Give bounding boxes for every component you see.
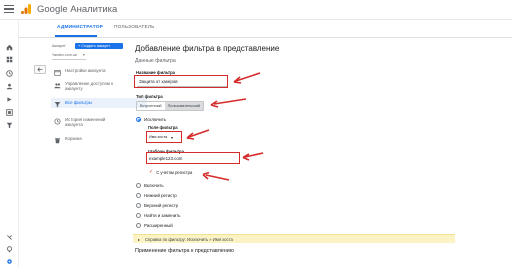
radio-include[interactable]: Включить: [136, 183, 164, 188]
radio-circle: [136, 223, 141, 228]
annotation-arrow-icon: [210, 98, 247, 108]
nav-item-label: Настройки аккаунта: [65, 68, 106, 73]
radio-circle: [136, 213, 141, 218]
conversions-icon[interactable]: [2, 120, 17, 130]
account-nav: Настройки аккаунта Управление доступом к…: [33, 62, 147, 267]
nav-item-change-history[interactable]: История изменений аккаунта: [53, 117, 133, 128]
nav-item-label: Все фильтры: [65, 100, 92, 105]
account-select[interactable]: Yandex.com.ua: [52, 53, 82, 57]
radio-label: Включить: [144, 183, 164, 188]
filter-icon: [53, 100, 61, 108]
behavior-icon[interactable]: [2, 107, 17, 117]
account-label: Аккаунт: [52, 44, 66, 48]
realtime-icon[interactable]: [2, 68, 17, 78]
checkmark-icon: ✓: [149, 169, 154, 175]
filter-type-builtin-button[interactable]: Встроенный: [137, 102, 165, 110]
radio-lowercase[interactable]: Нижний регистр: [136, 193, 177, 198]
tab-user[interactable]: ПОЛЬЗОВАТЕЛЬ: [114, 25, 155, 30]
annotation-arrow-icon: [233, 72, 261, 84]
nav-item-trash[interactable]: Корзина: [53, 136, 133, 144]
filter-preview-bar[interactable]: ▸ Справка по фильтру: Исключить » Имя хо…: [133, 234, 455, 243]
filter-type-custom-button[interactable]: Пользовательский: [164, 102, 204, 110]
tab-admin[interactable]: АДМИНИСТРАТОР: [57, 25, 103, 30]
analytics-logo-icon: [21, 4, 31, 14]
nav-item-all-filters[interactable]: Все фильтры: [53, 100, 133, 108]
preview-text: Справка по фильтру: Исключить » Имя хост…: [145, 237, 233, 242]
account-select-underline: [52, 59, 86, 60]
radio-label: Верхний регистр: [144, 203, 179, 208]
nav-item-label: Корзина: [65, 136, 82, 141]
arrow-left-icon: [37, 67, 43, 72]
radio-advanced[interactable]: Расширенный: [136, 223, 173, 228]
create-account-button[interactable]: + Создать аккаунт: [75, 43, 123, 49]
radio-label: Нижний регистр: [144, 193, 177, 198]
people-icon: [53, 81, 61, 89]
building-icon: [53, 68, 61, 76]
back-button[interactable]: [34, 65, 46, 74]
tab-active-indicator: [55, 35, 97, 37]
case-sensitive-checkbox[interactable]: ✓ С учетом регистра: [149, 169, 192, 175]
nav-item-account-settings[interactable]: Настройки аккаунта: [53, 68, 133, 76]
radio-circle: [136, 117, 141, 122]
app-title: Google Аналитика: [37, 4, 118, 15]
filter-type-segmented: Встроенный Пользовательский: [136, 101, 205, 111]
audience-icon[interactable]: [2, 81, 17, 91]
attribution-icon[interactable]: [2, 232, 17, 242]
radio-circle: [136, 193, 141, 198]
nav-item-label: История изменений аккаунта: [65, 117, 106, 128]
apply-section-title: Применение фильтра к представлению: [135, 248, 234, 254]
annotation-box-pattern: [146, 152, 240, 164]
section-subtitle: Данные фильтра: [135, 58, 176, 64]
filter-field-label: Поле фильтра: [148, 125, 178, 130]
acquisition-icon[interactable]: [2, 94, 17, 104]
radio-label: Исключить: [144, 117, 167, 122]
checkbox-label: С учетом регистра: [156, 169, 193, 175]
radio-search-replace[interactable]: Найти и заменить: [136, 213, 181, 218]
top-bar: Google Аналитика: [0, 0, 512, 20]
history-icon: [53, 117, 61, 125]
annotation-box-filter-name: [134, 75, 228, 88]
radio-exclude[interactable]: Исключить: [136, 117, 166, 122]
radio-circle: [136, 183, 141, 188]
nav-item-access-management[interactable]: Управление доступом к аккаунту: [53, 81, 133, 92]
radio-circle: [136, 203, 141, 208]
annotation-arrow-icon: [242, 152, 264, 161]
menu-icon[interactable]: [3, 3, 15, 15]
admin-tabs: АДМИНИСТРАТОР ПОЛЬЗОВАТЕЛЬ: [19, 20, 512, 38]
annotation-arrow-icon: [202, 171, 230, 181]
customization-icon[interactable]: [2, 54, 17, 64]
home-icon[interactable]: [2, 42, 17, 52]
radio-label: Расширенный: [144, 223, 173, 228]
trash-icon: [53, 136, 61, 144]
add-filter-form: Добавление фильтра в представление Данны…: [128, 38, 512, 267]
radio-uppercase[interactable]: Верхний регистр: [136, 203, 178, 208]
left-rail: [0, 20, 19, 267]
filter-type-label: Тип фильтра: [136, 94, 163, 99]
discover-icon[interactable]: [2, 244, 17, 254]
chevron-right-icon: ▸: [138, 237, 141, 242]
admin-gear-icon[interactable]: [2, 256, 17, 266]
nav-item-label: Управление доступом к аккаунту: [65, 81, 114, 92]
annotation-arrow-icon: [186, 129, 210, 140]
radio-label: Найти и заменить: [144, 213, 181, 218]
chevron-down-icon[interactable]: ▾: [83, 53, 85, 57]
page-title: Добавление фильтра в представление: [135, 44, 280, 53]
annotation-box-filter-field: [146, 131, 182, 143]
